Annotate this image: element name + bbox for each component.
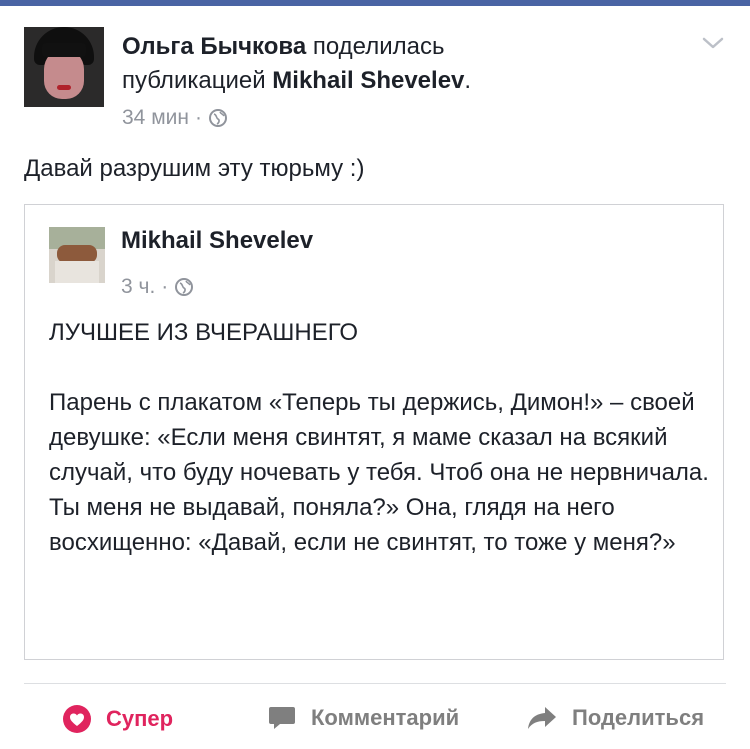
post-meta: 34 мин · (122, 106, 228, 130)
divider (24, 683, 726, 684)
shared-post-body: ЛУЧШЕЕ ИЗ ВЧЕРАШНЕГО Парень с плакатом «… (49, 315, 709, 560)
comment-button[interactable]: Комментарий (267, 704, 459, 732)
heart-icon (62, 704, 92, 734)
shared-text: поделилась (306, 33, 445, 60)
author-name[interactable]: Ольга Бычкова (122, 33, 306, 60)
globe-icon (174, 277, 194, 297)
shared-post-title: ЛУЧШЕЕ ИЗ ВЧЕРАШНЕГО (49, 319, 359, 346)
shared-author-name[interactable]: Mikhail Shevelev (121, 227, 313, 255)
comment-label: Комментарий (311, 705, 460, 730)
chevron-down-icon[interactable] (702, 36, 724, 50)
shared-post-time[interactable]: 3 ч. (121, 275, 155, 299)
meta-separator: · (194, 106, 202, 129)
shared-text-2: публикацией (122, 67, 273, 94)
shared-post-text: Парень с плакатом «Теперь ты держись, Ди… (49, 389, 709, 556)
share-arrow-icon (526, 704, 558, 732)
header-period: . (464, 67, 472, 94)
share-button[interactable]: Поделиться (526, 704, 704, 732)
globe-icon (208, 108, 228, 128)
post-time[interactable]: 34 мин (122, 106, 189, 130)
shared-author-link[interactable]: Mikhail Shevelev (272, 67, 464, 94)
share-label: Поделиться (572, 705, 705, 730)
avatar[interactable] (24, 27, 104, 107)
action-bar: Супер Комментарий Поделиться (0, 690, 750, 749)
comment-icon (267, 704, 297, 732)
like-label: Супер (106, 706, 174, 731)
meta-separator: · (161, 275, 169, 298)
like-button[interactable]: Супер (62, 704, 173, 734)
shared-author-avatar[interactable] (49, 227, 105, 283)
post-header: Ольга Бычкова поделилась публикацией Mik… (122, 30, 682, 98)
top-bar (0, 0, 750, 6)
post-text: Давай разрушим эту тюрьму :) (24, 155, 365, 182)
shared-post-card[interactable]: Mikhail Shevelev 3 ч. · ЛУЧШЕЕ ИЗ ВЧЕРАШ… (24, 204, 724, 660)
shared-post-meta: 3 ч. · (121, 275, 194, 299)
